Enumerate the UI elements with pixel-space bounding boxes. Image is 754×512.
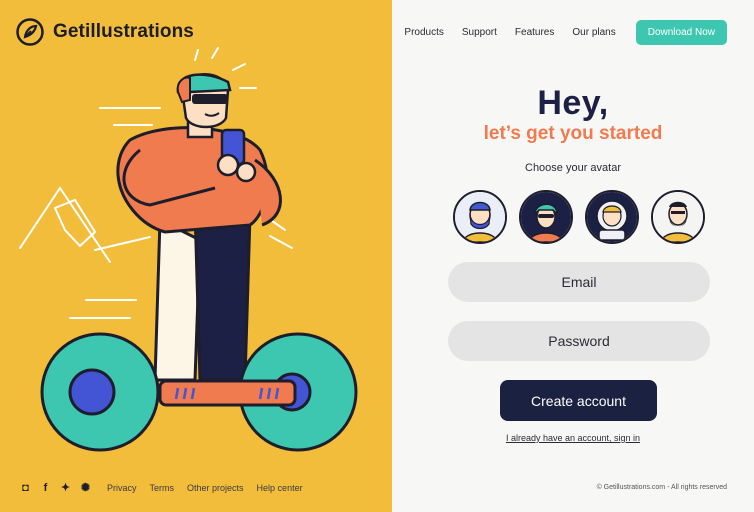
signin-link[interactable]: I already have an account, sign in [392, 433, 754, 443]
footer-link-help-center[interactable]: Help center [257, 483, 303, 493]
social-links: ◘ f ✦ ✺ [20, 481, 91, 495]
email-field[interactable]: Email [448, 262, 710, 302]
avatar-picker [453, 190, 705, 244]
illustration-panel: Getillustrations ◘ f ✦ ✺ Privacy Terms O… [0, 0, 392, 512]
dark-beard-avatar-icon [653, 192, 703, 242]
password-field[interactable]: Password [448, 321, 710, 361]
hoverboard-character-illustration [19, 47, 358, 452]
greeting-title: Hey, [537, 84, 609, 122]
dribbble-icon[interactable]: ✺ [80, 481, 91, 494]
avatar-option-2[interactable] [519, 190, 573, 244]
bearded-man-avatar-icon [455, 192, 505, 242]
create-account-button[interactable]: Create account [500, 380, 657, 421]
greeting: Hey, let’s get you started Choose your a… [392, 84, 754, 174]
footer-left: ◘ f ✦ ✺ Privacy Terms Other projects Hel… [20, 481, 303, 495]
nav-item-products[interactable]: Products [404, 27, 443, 38]
red-hair-avatar-icon [521, 192, 571, 242]
footer-links: Privacy Terms Other projects Help center [107, 483, 303, 493]
copyright-text: © Getillustrations.com - All rights rese… [596, 484, 727, 491]
greeting-subtitle: let’s get you started [483, 123, 663, 144]
nav-item-our-plans[interactable]: Our plans [572, 27, 615, 38]
top-nav: Products Support Features Our plans Down… [404, 20, 727, 45]
avatar-option-4[interactable] [651, 190, 705, 244]
facebook-icon[interactable]: f [40, 482, 51, 494]
footer-link-privacy[interactable]: Privacy [107, 483, 137, 493]
footer-link-terms[interactable]: Terms [150, 483, 175, 493]
instagram-icon[interactable]: ◘ [20, 482, 31, 494]
download-now-button[interactable]: Download Now [635, 20, 727, 45]
avatar-option-3[interactable] [585, 190, 639, 244]
nav-item-support[interactable]: Support [462, 27, 497, 38]
astronaut-avatar-icon [587, 192, 637, 242]
avatar-option-1[interactable] [453, 190, 507, 244]
twitter-icon[interactable]: ✦ [60, 481, 71, 494]
choose-avatar-label: Choose your avatar [525, 162, 621, 174]
footer-link-other-projects[interactable]: Other projects [187, 483, 244, 493]
nav-item-features[interactable]: Features [515, 27, 554, 38]
